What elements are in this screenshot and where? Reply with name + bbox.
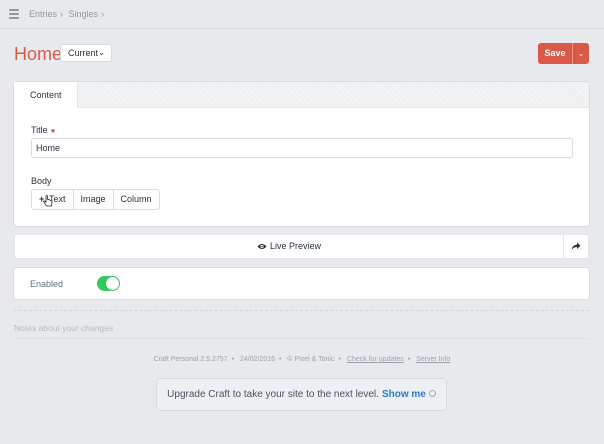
title-field-label: Title ● <box>31 125 56 135</box>
bullet-separator: • <box>279 356 282 363</box>
footer-date: 24/02/2016 <box>239 356 276 363</box>
tab-content[interactable]: Content <box>14 82 78 108</box>
live-preview-label: Live Preview <box>269 241 322 251</box>
divider <box>14 310 589 311</box>
live-preview-button[interactable]: Live Preview <box>15 235 563 258</box>
server-info-link[interactable]: Server Info <box>416 356 450 363</box>
page-title: Home <box>14 44 63 64</box>
chevron-down-icon: ⌄ <box>98 48 105 57</box>
footer-vendor[interactable]: © Pixel & Tonic <box>287 356 334 363</box>
footer-version: Craft Personal 2.5.2757 <box>153 356 228 363</box>
title-label-text: Title <box>31 125 48 135</box>
chevron-right-icon: › <box>101 9 105 19</box>
body-field-label: Body <box>31 176 52 186</box>
hamburger-menu-icon[interactable] <box>9 9 19 19</box>
settings-panel: Enabled <box>14 268 589 299</box>
add-text-block-button[interactable]: + Text <box>31 189 74 210</box>
top-bar: Entries › Singles › <box>0 0 604 29</box>
tab-bar: Content <box>14 82 589 108</box>
add-image-block-button[interactable]: Image <box>72 189 114 210</box>
save-button[interactable]: Save <box>538 43 572 64</box>
required-indicator-icon: ● <box>50 126 56 135</box>
footer: Craft Personal 2.5.2757 • 24/02/2016 • © P… <box>0 356 604 363</box>
revision-notes-input[interactable]: Notes about your changes <box>14 323 113 333</box>
bullet-separator: • <box>407 356 411 363</box>
chevron-right-icon: › <box>60 9 64 19</box>
eye-icon <box>257 244 267 250</box>
enabled-label: Enabled <box>30 279 64 289</box>
info-icon[interactable] <box>428 389 436 397</box>
breadcrumb-entries[interactable]: Entries <box>29 9 57 19</box>
upgrade-text: Upgrade Craft to take your site to the n… <box>167 389 379 400</box>
check-updates-link[interactable]: Check for updates <box>347 356 404 363</box>
breadcrumb: Entries › Singles › <box>29 9 107 19</box>
toggle-knob <box>106 277 119 290</box>
add-column-block-button[interactable]: Column <box>112 189 160 210</box>
bullet-separator: • <box>338 356 341 363</box>
enabled-toggle[interactable] <box>97 276 120 291</box>
revision-dropdown[interactable]: Current ⌄ <box>60 44 112 62</box>
bullet-separator: • <box>231 356 235 363</box>
breadcrumb-singles[interactable]: Singles <box>69 9 99 19</box>
upgrade-banner: Upgrade Craft to take your site to the n… <box>156 378 447 411</box>
save-menu-chevron-icon[interactable]: ⌄ <box>572 43 589 64</box>
entry-editor-panel: Content Title ● Home Body + Text Image Co… <box>14 82 589 226</box>
revision-label: Current <box>68 48 99 58</box>
show-me-link[interactable]: Show me <box>382 389 426 400</box>
share-icon[interactable] <box>563 235 588 258</box>
hand-cursor-icon <box>43 195 53 207</box>
body-block-buttons: + Text Image Column <box>31 189 160 210</box>
title-input[interactable]: Home <box>31 138 573 158</box>
notes-underline <box>14 338 589 339</box>
save-button-group: Save ⌄ <box>538 43 589 64</box>
live-preview-bar: Live Preview <box>14 234 589 259</box>
